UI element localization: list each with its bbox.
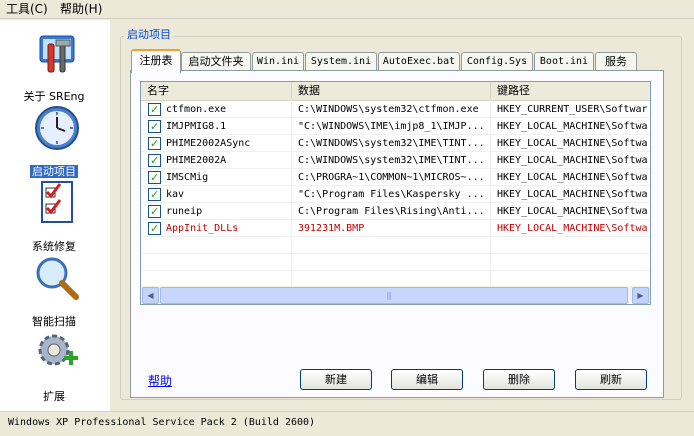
row-name: kav bbox=[166, 189, 185, 200]
row-checkbox[interactable] bbox=[148, 169, 161, 186]
nav-item-repair[interactable]: 系统修复 bbox=[8, 180, 100, 253]
nav-item-startup[interactable]: 启动项目 bbox=[8, 105, 100, 178]
row-keypath: HKEY_LOCAL_MACHINE\Softwa bbox=[497, 138, 648, 149]
row-keypath: HKEY_LOCAL_MACHINE\Softwa bbox=[497, 206, 648, 217]
nav-item-extend[interactable]: 扩展 bbox=[8, 330, 100, 403]
table-row[interactable]: runeip C:\Program Files\Rising\Anti... HKE… bbox=[141, 203, 650, 220]
col-name[interactable]: 名字 bbox=[141, 82, 292, 100]
tab-autoexec-bat[interactable]: AutoExec.bat bbox=[378, 52, 460, 71]
row-keypath: HKEY_CURRENT_USER\Softwar bbox=[497, 104, 648, 115]
sidebar-nav: 关于 SREng 启动项目 系统修复 智能扫描 扩展 bbox=[0, 20, 110, 412]
nav-label: 启动项目 bbox=[30, 165, 78, 178]
row-name: IMSCMig bbox=[166, 172, 209, 183]
row-checkbox[interactable] bbox=[148, 203, 161, 220]
row-checkbox[interactable] bbox=[148, 186, 161, 203]
table-row[interactable]: PHIME2002ASync C:\WINDOWS\system32\IME\TI… bbox=[141, 135, 650, 152]
refresh-button[interactable]: 刷新 bbox=[575, 369, 647, 390]
clock-icon bbox=[35, 106, 79, 150]
tab-system-ini[interactable]: System.ini bbox=[305, 52, 377, 71]
row-data: C:\PROGRA~1\COMMON~1\MICROS~... bbox=[298, 172, 485, 183]
row-keypath: HKEY_LOCAL_MACHINE\Softwa bbox=[497, 189, 648, 200]
edit-button[interactable]: 编辑 bbox=[391, 369, 463, 390]
menu-help[interactable]: 帮助(H) bbox=[58, 1, 104, 17]
row-data: 391231M.BMP bbox=[298, 223, 365, 234]
menu-tools[interactable]: 工具(C) bbox=[4, 1, 50, 17]
status-bar: Windows XP Professional Service Pack 2 (… bbox=[0, 411, 694, 436]
menu-bar: 工具(C) 帮助(H) bbox=[0, 0, 694, 19]
nav-label: 关于 SREng bbox=[23, 90, 85, 103]
table-row[interactable]: IMSCMig C:\PROGRA~1\COMMON~1\MICROS~... HK… bbox=[141, 169, 650, 186]
col-data[interactable]: 数据 bbox=[292, 82, 491, 100]
row-data: C:\WINDOWS\system32\IME\TINT... bbox=[298, 138, 485, 149]
row-checkbox[interactable] bbox=[148, 152, 161, 169]
table-row[interactable]: PHIME2002A C:\WINDOWS\system32\IME\TINT..… bbox=[141, 152, 650, 169]
nav-label: 系统修复 bbox=[32, 240, 76, 253]
new-button[interactable]: 新建 bbox=[300, 369, 372, 390]
table-row[interactable]: IMJPMIG8.1 "C:\WINDOWS\IME\imjp8_1\IMJP..… bbox=[141, 118, 650, 135]
tab-win-ini[interactable]: Win.ini bbox=[252, 52, 304, 71]
tab-registry[interactable]: 注册表 bbox=[131, 49, 181, 73]
scroll-left-icon[interactable]: ◀ bbox=[142, 287, 159, 304]
group-title: 启动项目 bbox=[124, 28, 174, 42]
startup-list[interactable]: 名字 数据 键路径 ctfmon.exe C:\WINDOWS\system32\… bbox=[140, 81, 651, 305]
help-link[interactable]: 帮助 bbox=[148, 374, 172, 388]
table-row[interactable]: AppInit_DLLs 391231M.BMP HKEY_LOCAL_MACHIN… bbox=[141, 220, 650, 237]
checklist-icon bbox=[41, 181, 73, 223]
row-checkbox[interactable] bbox=[148, 135, 161, 152]
nav-item-scan[interactable]: 智能扫描 bbox=[8, 255, 100, 328]
col-keypath[interactable]: 键路径 bbox=[491, 82, 650, 100]
row-name: PHIME2002ASync bbox=[166, 138, 251, 149]
row-checkbox[interactable] bbox=[148, 220, 161, 237]
row-name: ctfmon.exe bbox=[166, 104, 227, 115]
row-keypath: HKEY_LOCAL_MACHINE\Softwa bbox=[497, 223, 648, 234]
status-text: Windows XP Professional Service Pack 2 (… bbox=[8, 417, 316, 428]
grid-line bbox=[141, 253, 650, 254]
gear-plus-icon bbox=[38, 334, 78, 366]
tab-config-sys[interactable]: Config.Sys bbox=[461, 52, 533, 71]
tab-services[interactable]: 服务 bbox=[595, 52, 637, 71]
row-data: C:\WINDOWS\system32\ctfmon.exe bbox=[298, 104, 479, 115]
row-checkbox[interactable] bbox=[148, 101, 161, 118]
scroll-right-icon[interactable]: ▶ bbox=[632, 287, 649, 304]
horizontal-scrollbar[interactable]: ◀ ▶ bbox=[141, 286, 650, 304]
row-name: AppInit_DLLs bbox=[166, 223, 239, 234]
nav-item-about[interactable]: 关于 SREng bbox=[8, 30, 100, 103]
row-keypath: HKEY_LOCAL_MACHINE\Softwa bbox=[497, 121, 648, 132]
row-data: C:\Program Files\Rising\Anti... bbox=[298, 206, 485, 217]
delete-button[interactable]: 删除 bbox=[483, 369, 555, 390]
table-row[interactable]: kav "C:\Program Files\Kaspersky ... HKEY_L… bbox=[141, 186, 650, 203]
magnifier-icon bbox=[36, 257, 79, 300]
scroll-thumb[interactable] bbox=[160, 287, 628, 304]
row-checkbox[interactable] bbox=[148, 118, 161, 135]
tools-icon bbox=[39, 35, 75, 73]
tab-startup-folder[interactable]: 启动文件夹 bbox=[181, 52, 251, 71]
row-data: C:\WINDOWS\system32\IME\TINT... bbox=[298, 155, 485, 166]
tab-boot-ini[interactable]: Boot.ini bbox=[534, 52, 594, 71]
row-name: IMJPMIG8.1 bbox=[166, 121, 227, 132]
row-name: PHIME2002A bbox=[166, 155, 227, 166]
table-row[interactable]: ctfmon.exe C:\WINDOWS\system32\ctfmon.exe… bbox=[141, 101, 650, 118]
row-name: runeip bbox=[166, 206, 203, 217]
row-keypath: HKEY_LOCAL_MACHINE\Softwa bbox=[497, 155, 648, 166]
nav-label: 智能扫描 bbox=[32, 315, 76, 328]
row-data: "C:\WINDOWS\IME\imjp8_1\IMJP... bbox=[298, 121, 485, 132]
nav-label: 扩展 bbox=[43, 390, 65, 403]
list-header: 名字 数据 键路径 bbox=[141, 82, 650, 101]
row-data: "C:\Program Files\Kaspersky ... bbox=[298, 189, 485, 200]
grid-line bbox=[141, 270, 650, 271]
row-keypath: HKEY_LOCAL_MACHINE\Softwa bbox=[497, 172, 648, 183]
